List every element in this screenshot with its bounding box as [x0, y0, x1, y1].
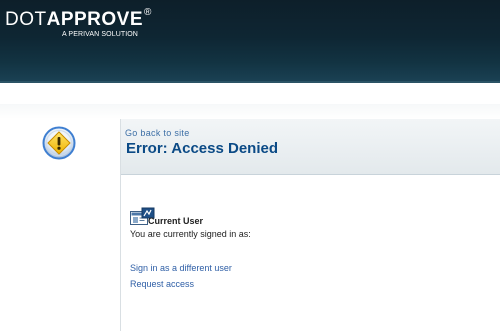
logo-word-dot: DOT: [5, 9, 47, 30]
sub-band: [0, 104, 500, 119]
current-user-heading: Current User: [148, 216, 204, 226]
page-title: Error: Access Denied: [126, 140, 279, 157]
sign-in-different-user-link[interactable]: Sign in as a different user: [130, 263, 232, 273]
dotapprove-logo[interactable]: DOTAPPROVE® A PERIVAN SOLUTION: [5, 7, 152, 39]
logo-tagline: A PERIVAN SOLUTION: [62, 31, 138, 38]
logo-word-approve: APPROVE: [46, 9, 144, 30]
warning-icon: [42, 126, 76, 160]
go-back-link[interactable]: Go back to site: [125, 128, 190, 138]
signed-in-text: You are currently signed in as:: [130, 229, 251, 239]
request-access-link[interactable]: Request access: [130, 279, 194, 289]
nav-band: [0, 83, 500, 105]
site-header: DOTAPPROVE® A PERIVAN SOLUTION: [0, 0, 500, 83]
registered-mark: ®: [144, 7, 152, 18]
content-area: [121, 175, 500, 331]
logo-wordmark: DOTAPPROVE®: [5, 7, 152, 30]
